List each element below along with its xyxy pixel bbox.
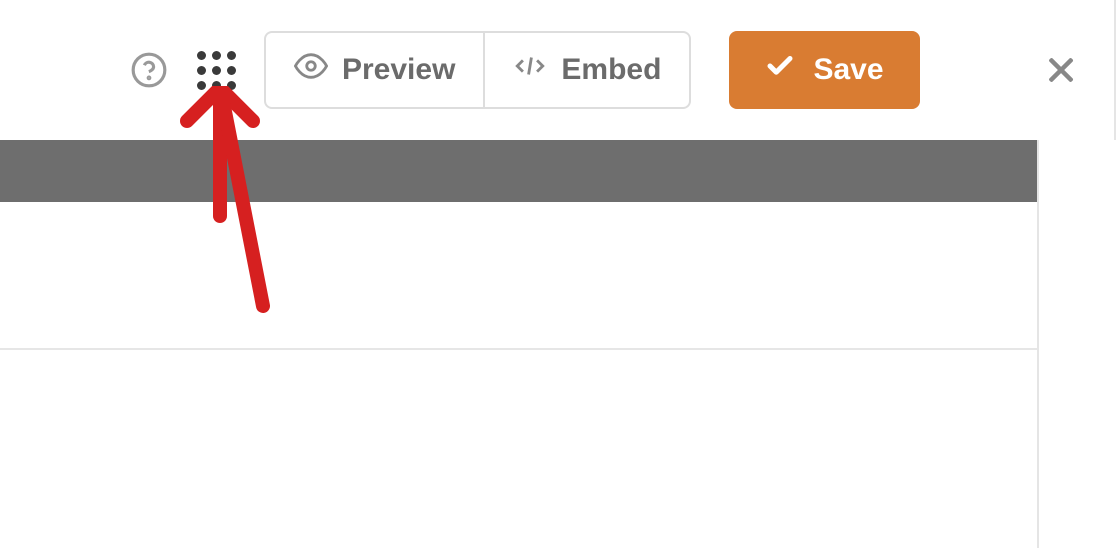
preview-label: Preview (342, 53, 455, 87)
embed-label: Embed (561, 53, 661, 87)
eye-icon (294, 49, 328, 91)
divider-strip (0, 140, 1116, 202)
embed-button[interactable]: Embed (485, 31, 691, 109)
panel-border (1037, 140, 1039, 548)
preview-button[interactable]: Preview (264, 31, 485, 109)
close-icon[interactable] (1040, 48, 1084, 92)
save-button[interactable]: Save (729, 31, 919, 109)
help-icon[interactable] (130, 51, 168, 89)
save-label: Save (813, 53, 883, 87)
button-group: Preview Embed (264, 31, 691, 109)
apps-grid-icon[interactable] (196, 50, 236, 90)
code-icon (513, 49, 547, 91)
content-area (0, 202, 1116, 548)
toolbar: Preview Embed Save (0, 0, 1116, 140)
check-icon (765, 51, 795, 89)
toolbar-left-group (130, 50, 236, 90)
